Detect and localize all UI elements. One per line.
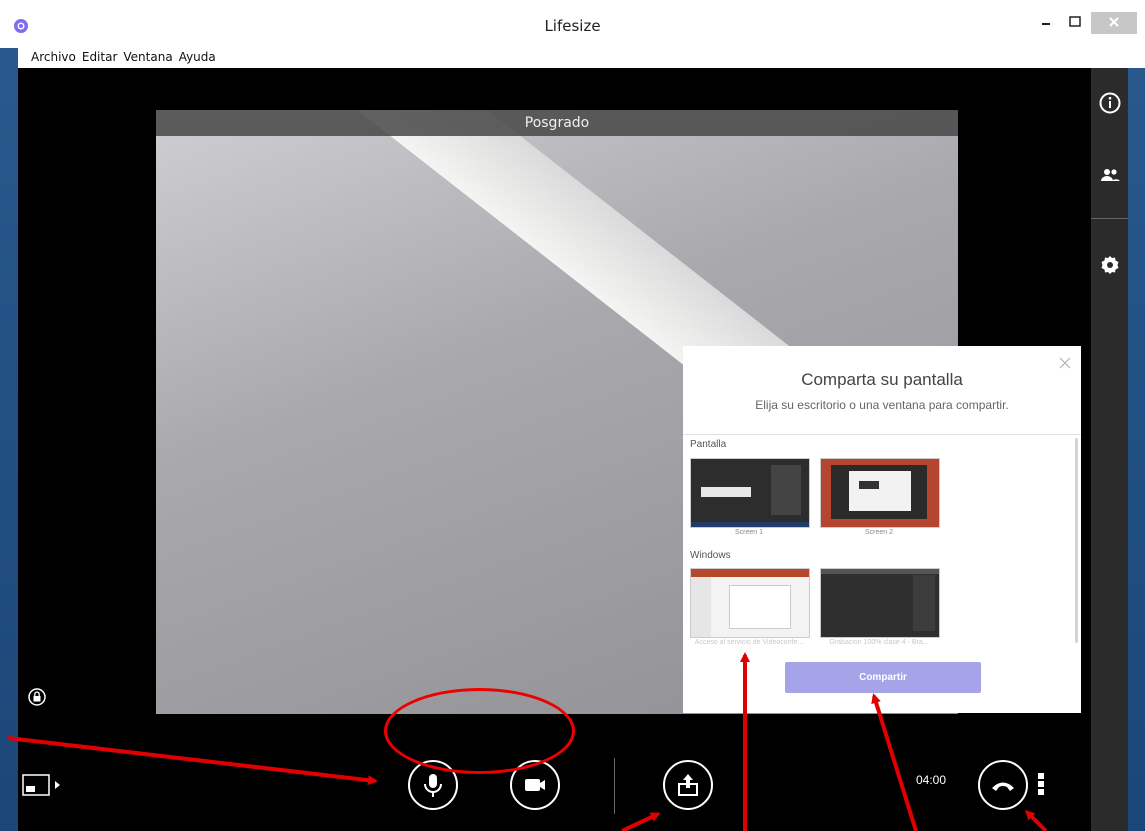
menu-bar: Archivo Editar Ventana Ayuda [18, 48, 1145, 68]
title-bar: Lifesize [0, 0, 1145, 48]
screen-thumbnail-2[interactable] [820, 458, 940, 528]
controls-divider [614, 758, 615, 814]
window-thumbnail-1[interactable] [690, 568, 810, 638]
maximize-icon [1069, 16, 1081, 27]
more-options-icon[interactable] [1037, 772, 1045, 796]
menu-ventana[interactable]: Ventana [120, 48, 175, 66]
settings-icon[interactable] [1099, 254, 1121, 276]
sidebar-divider [1091, 218, 1128, 219]
dialog-divider [683, 434, 1081, 435]
section-label-windows: Windows [690, 550, 731, 561]
call-timer: 04:00 [916, 773, 947, 787]
minimize-button[interactable] [1033, 12, 1059, 34]
annotation-ellipse [384, 688, 575, 774]
menu-ayuda[interactable]: Ayuda [176, 48, 219, 66]
screen-caption-1: Screen 1 [734, 529, 764, 536]
close-window-button[interactable] [1091, 12, 1137, 34]
window-title: Lifesize [544, 17, 601, 35]
screen-thumbnail-1[interactable] [690, 458, 810, 528]
window-caption-1: Acceso al servicio de Videoconfe... [694, 639, 804, 646]
hang-up-icon [992, 782, 1014, 791]
share-screen-dialog: Comparta su pantalla Elija su escritorio… [683, 346, 1081, 713]
share-button[interactable]: Compartir [785, 662, 981, 693]
window-caption-2: Grabacion 100% clase 4 - Bra... [829, 639, 929, 646]
window-thumbnail-2[interactable] [820, 568, 940, 638]
minimize-icon [1042, 23, 1050, 25]
share-screen-button[interactable] [663, 760, 713, 810]
info-icon[interactable] [1099, 92, 1121, 114]
menu-editar[interactable]: Editar [79, 48, 121, 66]
close-icon [1059, 357, 1071, 369]
close-icon [1109, 17, 1119, 27]
section-label-pantalla: Pantalla [690, 439, 727, 450]
dialog-title: Comparta su pantalla [801, 370, 963, 389]
lock-icon [28, 688, 46, 706]
share-screen-icon [678, 774, 698, 796]
call-area: Posgrado Comparta su pantalla Elija su e… [18, 68, 1128, 831]
dialog-subtitle: Elija su escritorio o una ventana para c… [755, 398, 1009, 412]
menu-archivo[interactable]: Archivo [18, 48, 79, 66]
hang-up-button[interactable] [978, 760, 1028, 810]
layout-icon[interactable] [22, 774, 62, 796]
right-sidebar [1091, 68, 1128, 831]
participants-icon[interactable] [1099, 164, 1121, 186]
participant-label: Posgrado [156, 110, 958, 136]
maximize-button[interactable] [1062, 12, 1088, 34]
dialog-scrollbar[interactable] [1075, 438, 1078, 643]
screen-caption-2: Screen 2 [864, 529, 894, 536]
